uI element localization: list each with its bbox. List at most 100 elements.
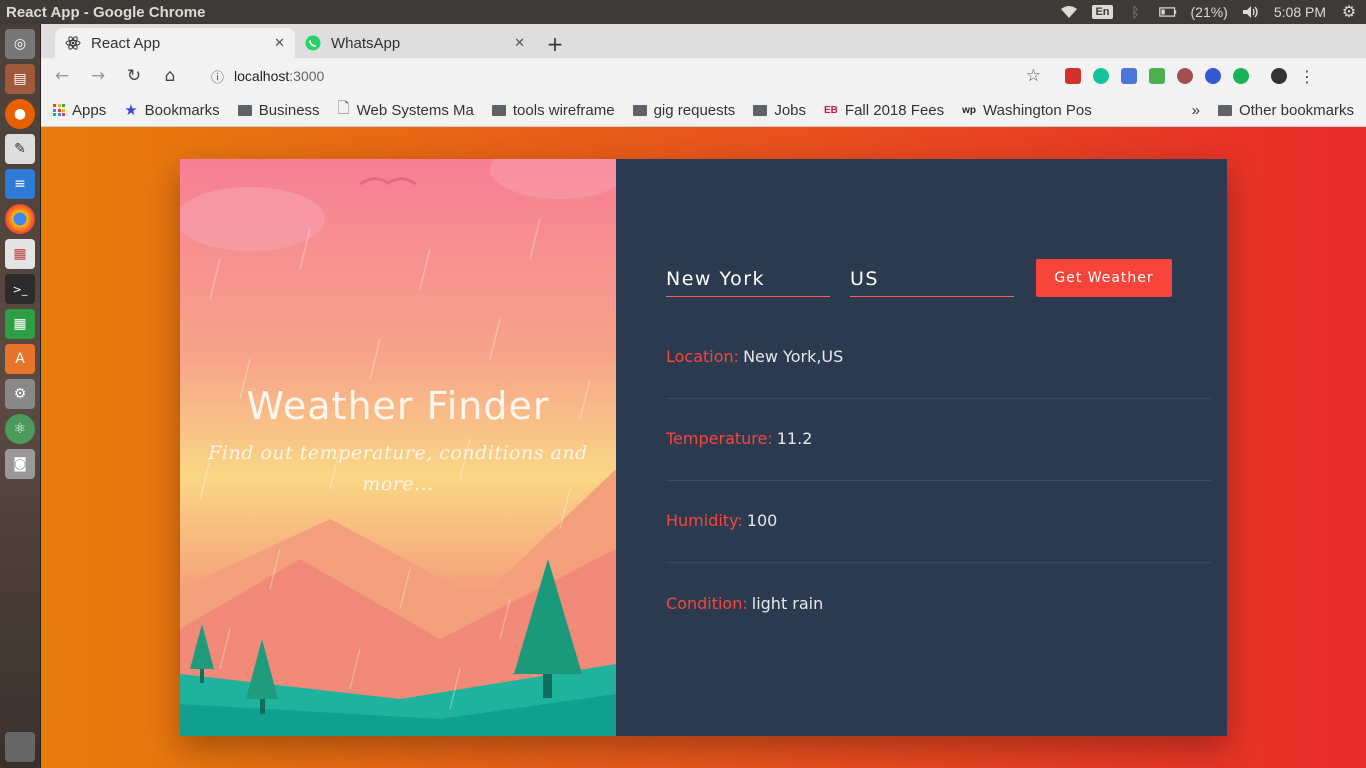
bookmark-gig-requests[interactable]: gig requests [632, 102, 735, 119]
system-settings-icon[interactable]: ⚙ [5, 379, 35, 409]
software-center-icon[interactable]: A [5, 344, 35, 374]
city-input[interactable] [666, 261, 830, 297]
url-host: localhost [234, 68, 290, 84]
temperature-value: 11.2 [776, 429, 813, 448]
battery-percent: (21%) [1190, 4, 1228, 20]
tab-react-app[interactable]: React App ✕ [55, 28, 295, 58]
reload-icon[interactable]: ↻ [123, 65, 145, 87]
humidity-row: Humidity: 100 [666, 481, 1211, 563]
page-icon: 🗋 [337, 99, 350, 117]
bookmark-web-systems[interactable]: 🗋 Web Systems Ma [338, 98, 474, 123]
google-translate-icon[interactable] [1121, 68, 1137, 84]
location-value: New York,US [743, 347, 844, 366]
bookmarks-bar: Apps ★ Bookmarks Business 🗋 Web Systems … [41, 94, 1366, 127]
clock[interactable]: 5:08 PM [1274, 4, 1326, 20]
condition-row: Condition: light rain [666, 563, 1211, 645]
system-tray: En ᛒ (21%) 5:08 PM ⚙ [1060, 4, 1366, 21]
eb-icon: EB [824, 104, 838, 116]
folder-icon [491, 104, 506, 116]
terminal-icon[interactable]: >_ [5, 274, 35, 304]
home-icon[interactable]: ⌂ [159, 65, 181, 87]
print-friendly-icon[interactable] [1149, 68, 1165, 84]
temperature-row: Temperature: 11.2 [666, 399, 1211, 481]
volume-icon[interactable] [1242, 5, 1260, 19]
condition-label: Condition: [666, 593, 748, 613]
bookmark-tools-wireframe[interactable]: tools wireframe [491, 102, 615, 119]
folder-icon [753, 104, 768, 116]
humidity-value: 100 [746, 511, 778, 530]
settings-gear-icon[interactable]: ⚙ [1340, 4, 1358, 21]
apps-grid-icon [53, 104, 65, 116]
back-arrow-icon[interactable]: ← [51, 65, 73, 87]
folder-icon [632, 104, 647, 116]
battery-icon[interactable] [1158, 5, 1177, 19]
tab-whatsapp[interactable]: WhatsApp ✕ [295, 28, 535, 58]
files-icon[interactable]: ▤ [5, 64, 35, 94]
extension-blue-icon[interactable] [1205, 68, 1221, 84]
atom-icon[interactable]: ⚛ [5, 414, 35, 444]
title-pane: Weather Finder Find out temperature, con… [180, 159, 616, 736]
close-tab-icon[interactable]: ✕ [514, 35, 525, 51]
tomato-timer-icon[interactable] [1177, 68, 1193, 84]
impress-icon[interactable]: ▦ [5, 239, 35, 269]
os-top-panel: React App - Google Chrome En ᛒ (21%) 5:0… [0, 0, 1366, 24]
bookmark-fall-2018-fees[interactable]: EB Fall 2018 Fees [824, 102, 944, 119]
tab-strip: React App ✕ WhatsApp ✕ + [41, 24, 1366, 58]
folder-icon [237, 104, 252, 116]
address-bar[interactable]: ⓘ localhost:3000 ☆ [211, 66, 1041, 86]
bookmark-other[interactable]: Other bookmarks [1217, 102, 1354, 119]
app-subtitle: Find out temperature, conditions and mor… [208, 442, 588, 495]
launcher: ◎ ▤ ● ✎ ≡ ▦ >_ ▦ A ⚙ ⚛ ◙ [0, 24, 41, 768]
wifi-icon[interactable] [1060, 5, 1078, 19]
bookmark-apps[interactable]: Apps [53, 102, 106, 119]
new-tab-button[interactable]: + [541, 30, 569, 58]
bookmarks-overflow-button[interactable]: » [1192, 102, 1200, 119]
trash-icon[interactable] [5, 732, 35, 762]
grammarly-icon[interactable] [1093, 68, 1109, 84]
condition-value: light rain [751, 593, 824, 613]
extension-green-icon[interactable] [1233, 68, 1249, 84]
bookmark-star-icon[interactable]: ☆ [1026, 66, 1041, 86]
browser-toolbar: ← → ↻ ⌂ ⓘ localhost:3000 ☆ ⋮ [41, 58, 1366, 94]
bookmarks-overflow-area: » Other bookmarks [1192, 102, 1354, 119]
humidity-label: Humidity: [666, 511, 743, 530]
whatsapp-icon [305, 35, 321, 51]
chrome-icon[interactable] [5, 204, 35, 234]
writer-icon[interactable]: ≡ [5, 169, 35, 199]
location-row: Location: New York,US [666, 317, 1211, 399]
bookmark-business[interactable]: Business [237, 102, 320, 119]
location-label: Location: [666, 347, 740, 366]
browser-chrome: React App ✕ WhatsApp ✕ + ← → ↻ ⌂ ⓘ local… [41, 24, 1366, 127]
bookmark-bookmarks[interactable]: ★ Bookmarks [124, 101, 219, 120]
url-port: :3000 [289, 68, 325, 84]
country-input[interactable] [850, 261, 1014, 297]
calc-icon[interactable]: ▦ [5, 309, 35, 339]
forward-arrow-icon[interactable]: → [87, 65, 109, 87]
folder-icon [1217, 104, 1232, 116]
title-block: Weather Finder Find out temperature, con… [180, 384, 616, 500]
get-weather-button[interactable]: Get Weather [1036, 259, 1172, 297]
info-icon[interactable]: ⓘ [211, 67, 224, 86]
text-editor-icon[interactable]: ✎ [5, 134, 35, 164]
form-pane: Get Weather Location: New York,US Temper… [616, 159, 1227, 736]
bluetooth-icon[interactable]: ᛒ [1127, 4, 1145, 20]
dash-icon[interactable]: ◎ [5, 29, 35, 59]
menu-kebab-icon[interactable]: ⋮ [1299, 67, 1315, 86]
keyboard-language-indicator[interactable]: En [1092, 5, 1113, 19]
bookmark-washington-post[interactable]: wp Washington Pos [962, 102, 1092, 119]
screenshot-icon[interactable]: ◙ [5, 449, 35, 479]
close-tab-icon[interactable]: ✕ [274, 35, 285, 51]
firefox-icon[interactable]: ● [5, 99, 35, 129]
extensions: ⋮ [1065, 67, 1315, 86]
tab-title: React App [91, 34, 161, 52]
page-viewport: Weather Finder Find out temperature, con… [41, 127, 1366, 768]
tab-title: WhatsApp [331, 34, 401, 52]
app-title: Weather Finder [246, 384, 550, 428]
adblock-plus-icon[interactable] [1065, 68, 1081, 84]
weather-card: Weather Finder Find out temperature, con… [180, 159, 1227, 736]
profile-avatar-icon[interactable] [1271, 68, 1287, 84]
temperature-label: Temperature: [666, 429, 773, 448]
star-icon: ★ [124, 102, 138, 119]
window-title: React App - Google Chrome [6, 3, 206, 21]
bookmark-jobs[interactable]: Jobs [753, 102, 806, 119]
